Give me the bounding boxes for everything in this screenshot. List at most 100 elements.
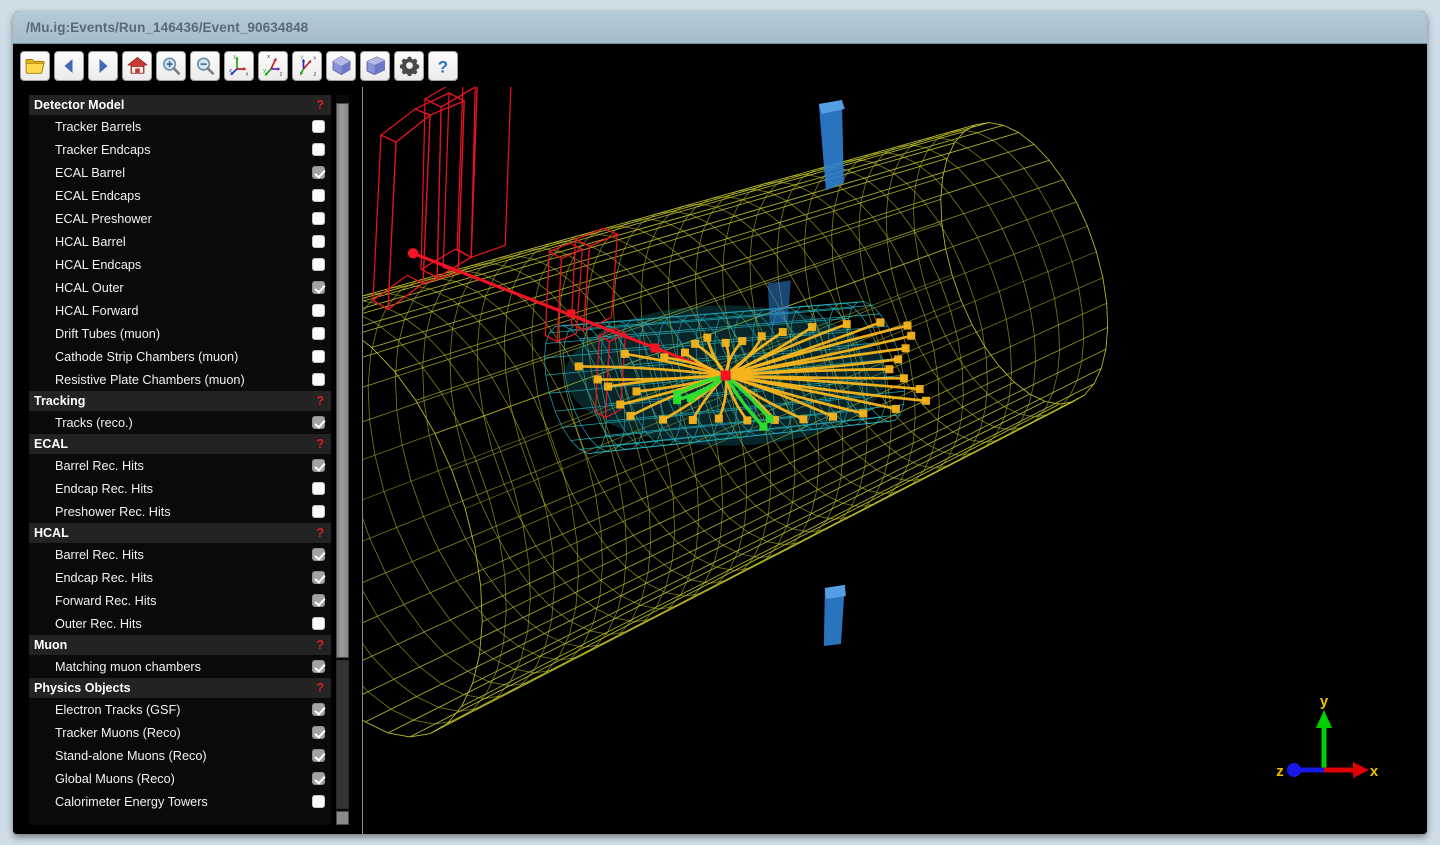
view-yx-z-button[interactable]: y x z	[292, 51, 322, 81]
list-item[interactable]: Forward Rec. Hits	[29, 589, 331, 612]
section-label: Detector Model	[34, 98, 124, 112]
visibility-checkbox[interactable]	[312, 373, 325, 386]
list-item[interactable]: ECAL Preshower	[29, 207, 331, 230]
list-item[interactable]: Tracker Barrels	[29, 115, 331, 138]
section-header-hcal[interactable]: HCAL?	[29, 523, 331, 543]
visibility-checkbox[interactable]	[312, 281, 325, 294]
list-item[interactable]: Calorimeter Energy Towers	[29, 790, 331, 813]
visibility-checkbox[interactable]	[312, 703, 325, 716]
visibility-checkbox[interactable]	[312, 594, 325, 607]
zoom-in-button[interactable]	[156, 51, 186, 81]
visibility-checkbox[interactable]	[312, 416, 325, 429]
next-event-icon	[94, 57, 112, 75]
list-item[interactable]: Barrel Rec. Hits	[29, 543, 331, 566]
list-item[interactable]: Tracker Endcaps	[29, 138, 331, 161]
visibility-checkbox[interactable]	[312, 795, 325, 808]
y-axis-arrow-icon	[1316, 710, 1332, 728]
sidebar-scrollbar-thumb[interactable]	[336, 103, 349, 658]
section-header-physics-objects[interactable]: Physics Objects?	[29, 678, 331, 698]
section-help-icon[interactable]: ?	[316, 638, 324, 652]
zoom-out-button[interactable]	[190, 51, 220, 81]
visibility-checkbox[interactable]	[312, 212, 325, 225]
list-item[interactable]: HCAL Outer	[29, 276, 331, 299]
list-item[interactable]: Endcap Rec. Hits	[29, 477, 331, 500]
list-item-label: Tracker Endcaps	[55, 143, 150, 157]
z-axis-marker-icon	[1287, 763, 1301, 777]
list-item[interactable]: HCAL Forward	[29, 299, 331, 322]
view-xy-z-button[interactable]: x y z	[258, 51, 288, 81]
visibility-checkbox[interactable]	[312, 548, 325, 561]
visibility-checkbox[interactable]	[312, 166, 325, 179]
section-label: Tracking	[34, 394, 85, 408]
list-item[interactable]: Stand-alone Muons (Reco)	[29, 744, 331, 767]
list-item[interactable]: Tracker Muons (Reco)	[29, 721, 331, 744]
visibility-checkbox[interactable]	[312, 660, 325, 673]
sidebar-scrollbar-lower[interactable]	[336, 660, 349, 809]
visibility-checkbox[interactable]	[312, 143, 325, 156]
visibility-checkbox[interactable]	[312, 189, 325, 202]
list-item[interactable]: ECAL Barrel	[29, 161, 331, 184]
visibility-checkbox[interactable]	[312, 772, 325, 785]
visibility-checkbox[interactable]	[312, 749, 325, 762]
list-item[interactable]: Endcap Rec. Hits	[29, 566, 331, 589]
list-item[interactable]: Cathode Strip Chambers (muon)	[29, 345, 331, 368]
list-item[interactable]: Resistive Plate Chambers (muon)	[29, 368, 331, 391]
list-item[interactable]: Global Muons (Reco)	[29, 767, 331, 790]
list-item-label: ECAL Barrel	[55, 166, 125, 180]
visibility-checkbox[interactable]	[312, 571, 325, 584]
section-header-tracking[interactable]: Tracking?	[29, 391, 331, 411]
perspective-camera-button[interactable]	[326, 51, 356, 81]
sidebar-scrollbar-button[interactable]	[336, 811, 349, 825]
settings-gear-icon	[399, 55, 420, 76]
view-yz-x-button[interactable]: y z x	[224, 51, 254, 81]
settings-button[interactable]	[394, 51, 424, 81]
visibility-checkbox[interactable]	[312, 304, 325, 317]
section-help-icon[interactable]: ?	[316, 526, 324, 540]
list-item[interactable]: HCAL Endcaps	[29, 253, 331, 276]
visibility-checkbox[interactable]	[312, 505, 325, 518]
z-axis-label: z	[1276, 763, 1284, 780]
visibility-checkbox[interactable]	[312, 235, 325, 248]
visibility-checkbox[interactable]	[312, 726, 325, 739]
list-item[interactable]: HCAL Barrel	[29, 230, 331, 253]
list-item-label: HCAL Barrel	[55, 235, 126, 249]
visibility-checkbox[interactable]	[312, 459, 325, 472]
3d-viewport[interactable]: y x z	[363, 87, 1427, 834]
list-item-label: Endcap Rec. Hits	[55, 571, 153, 585]
visibility-checkbox[interactable]	[312, 258, 325, 271]
list-item[interactable]: ECAL Endcaps	[29, 184, 331, 207]
list-item[interactable]: Preshower Rec. Hits	[29, 500, 331, 523]
svg-text:?: ?	[438, 57, 448, 76]
list-item-label: Matching muon chambers	[55, 660, 201, 674]
list-item[interactable]: Tracks (reco.)	[29, 411, 331, 434]
section-help-icon[interactable]: ?	[316, 437, 324, 451]
previous-event-icon	[60, 57, 78, 75]
visibility-checkbox[interactable]	[312, 120, 325, 133]
list-item-label: Resistive Plate Chambers (muon)	[55, 373, 245, 387]
list-item[interactable]: Barrel Rec. Hits	[29, 454, 331, 477]
list-item-label: Stand-alone Muons (Reco)	[55, 749, 207, 763]
list-item[interactable]: Outer Rec. Hits	[29, 612, 331, 635]
section-header-ecal[interactable]: ECAL?	[29, 434, 331, 454]
visibility-checkbox[interactable]	[312, 350, 325, 363]
open-file-button[interactable]	[20, 51, 50, 81]
section-header-detector-model[interactable]: Detector Model?	[29, 95, 331, 115]
list-item[interactable]: Drift Tubes (muon)	[29, 322, 331, 345]
previous-event-button[interactable]	[54, 51, 84, 81]
y-axis-label: y	[1320, 693, 1329, 710]
list-item[interactable]: Matching muon chambers	[29, 655, 331, 678]
svg-text:y: y	[263, 68, 266, 74]
section-help-icon[interactable]: ?	[316, 681, 324, 695]
section-help-icon[interactable]: ?	[316, 394, 324, 408]
next-event-button[interactable]	[88, 51, 118, 81]
list-item[interactable]: Electron Tracks (GSF)	[29, 698, 331, 721]
section-help-icon[interactable]: ?	[316, 98, 324, 112]
visibility-checkbox[interactable]	[312, 617, 325, 630]
sidebar-scrollbar-track[interactable]	[336, 95, 349, 825]
home-view-button[interactable]	[122, 51, 152, 81]
orthographic-camera-button[interactable]	[360, 51, 390, 81]
visibility-checkbox[interactable]	[312, 482, 325, 495]
visibility-checkbox[interactable]	[312, 327, 325, 340]
section-header-muon[interactable]: Muon?	[29, 635, 331, 655]
help-button[interactable]: ?	[428, 51, 458, 81]
